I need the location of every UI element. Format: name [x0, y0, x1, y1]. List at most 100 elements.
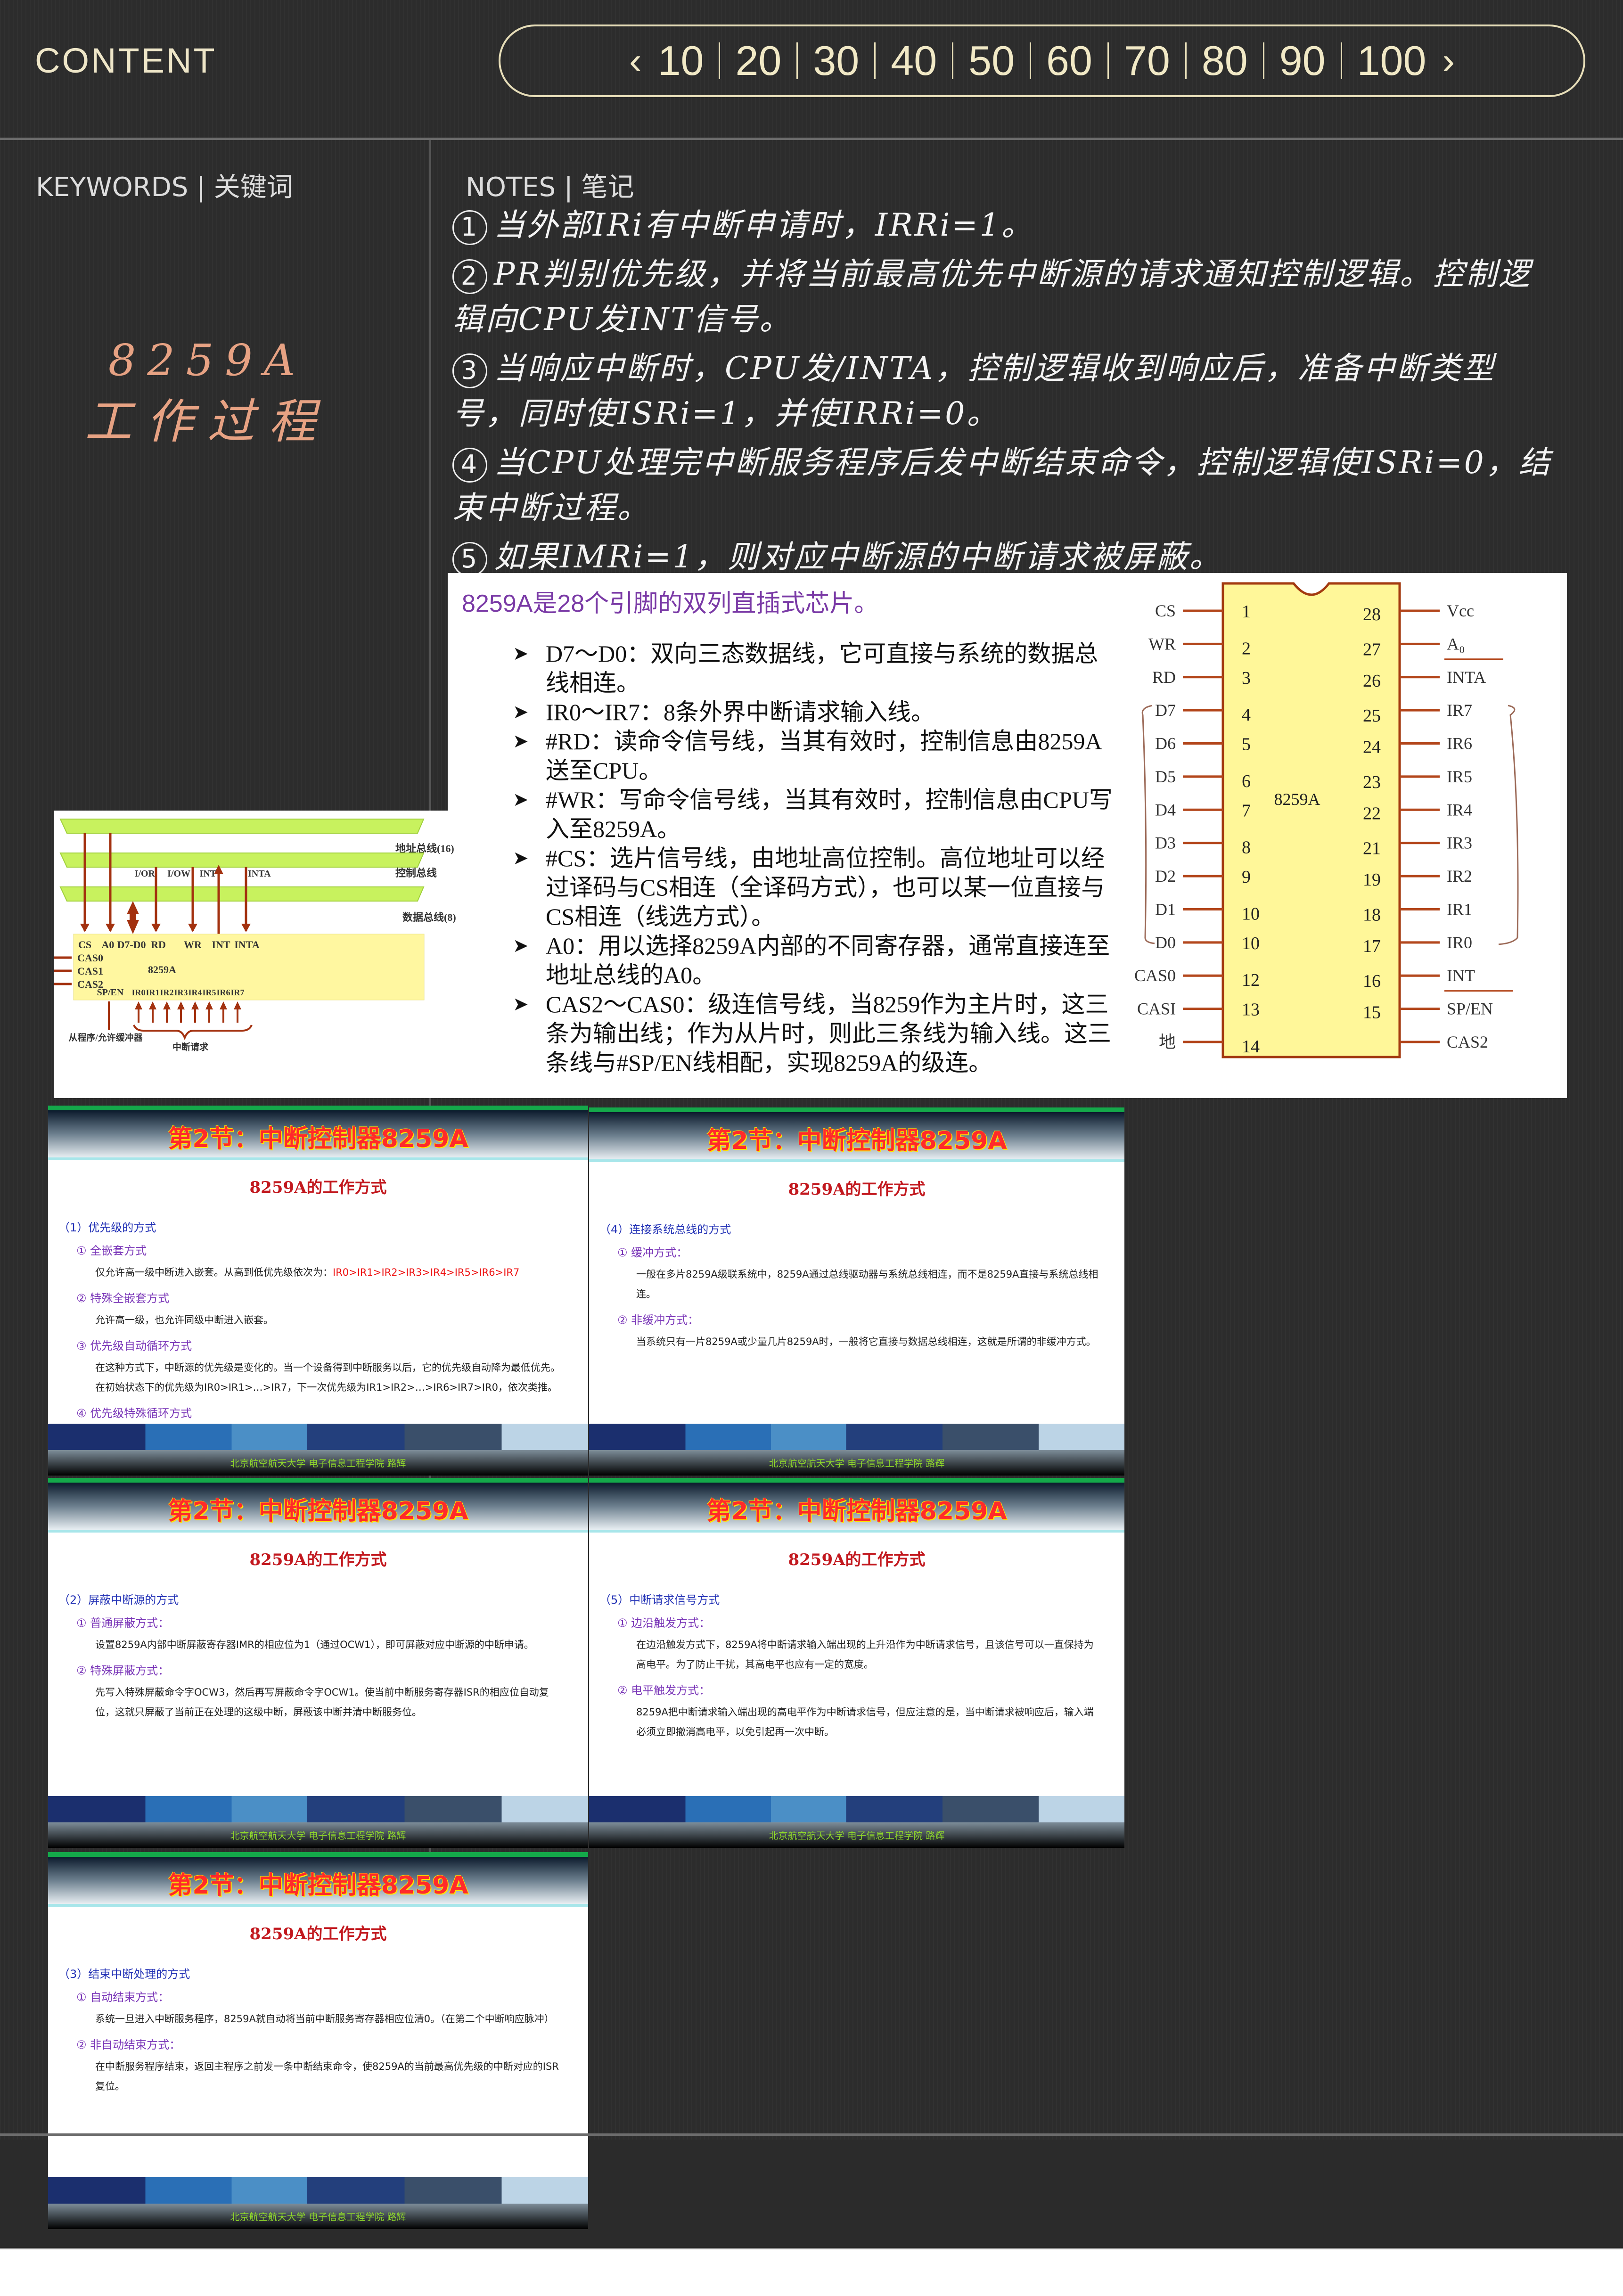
pin-number-right: 16 — [1363, 971, 1381, 991]
slide-item-text: 系统一旦进入中断服务程序，8259A就自动将当前中断服务寄存器相应位清0。（在第… — [95, 2009, 565, 2029]
pin-number-right: 21 — [1363, 839, 1381, 859]
pager-link-80[interactable]: 80 — [1202, 37, 1248, 85]
pager-link-60[interactable]: 60 — [1046, 37, 1092, 85]
note-item: 3 当响应中断时，CPU发/INTA，控制逻辑收到响应后，准备中断类型号，同时使I… — [452, 346, 1555, 436]
down-arrow — [106, 924, 115, 932]
slide-item-text: 在边沿触发方式下，8259A将中断请求输入端出现的上升沿作为中断请求信号，且该信… — [636, 1635, 1101, 1674]
slide-item-heading: ① 全嵌套方式 — [76, 1244, 147, 1257]
notes-list: 1 当外部IRi有中断申请时，IRRi=1。 2 PR判别优先级，并将当前最高优先中… — [452, 203, 1555, 580]
pin-number-right: 28 — [1363, 605, 1381, 624]
pager-link-100[interactable]: 100 — [1357, 37, 1426, 85]
note-text: 当外部IRi有中断申请时，IRRi=1。 — [494, 207, 1034, 243]
pin-number-right: 26 — [1363, 671, 1381, 691]
circled-number: 4 — [452, 448, 487, 483]
keyword-line-1: 8259A — [108, 335, 307, 385]
slide-item-heading: ① 缓冲方式： — [617, 1246, 688, 1259]
pager-link-90[interactable]: 90 — [1279, 37, 1326, 85]
slide-footer: 北京航空航天大学 电子信息工程学院 路辉 — [48, 1796, 588, 1848]
pin-label-left: RD — [1152, 668, 1176, 687]
slide-footer-banner — [48, 2177, 588, 2204]
pager-link-10[interactable]: 10 — [658, 37, 704, 85]
pin-description: #WR：写命令信号线，当其有效时，控制信息由CPU写入至8259A。 — [513, 785, 1121, 844]
handwritten-brace-right — [1498, 705, 1519, 945]
slide-header: 第2节：中断控制器8259A — [589, 1483, 1124, 1533]
slide-item-body: 当系统只有一片8259A或少量几片8259A时，一般将它直接与数据总线相连，这就… — [636, 1336, 1096, 1347]
up-arrow — [205, 1001, 213, 1009]
chip-top-pin-label: CS — [78, 939, 91, 951]
slide-item-body: 允许高一级，也允许同级中断进入嵌套。 — [95, 1314, 273, 1326]
slide-footer-caption: 北京航空航天大学 电子信息工程学院 路辉 — [589, 1822, 1124, 1848]
pin-label-right: IR0 — [1447, 933, 1472, 952]
chip-top-pin-label: A0 — [102, 939, 115, 951]
chevron-left-icon[interactable]: ‹ — [629, 39, 642, 82]
slide-priority-modes: 第2节：中断控制器8259A 8259A的工作方式 （1）优先级的方式 ① 全嵌套方式… — [48, 1106, 588, 1476]
up-arrow — [234, 1001, 241, 1009]
pager-link-40[interactable]: 40 — [891, 37, 937, 85]
chip-top-pin-label: INT — [212, 939, 230, 951]
slide-item-text: 当系统只有一片8259A或少量几片8259A时，一般将它直接与数据总线相连，这就… — [636, 1332, 1101, 1352]
priority-order: IR0>IR1>IR2>IR3>IR4>IR5>IR6>IR7 — [333, 1267, 520, 1278]
bottom-divider — [0, 2133, 1623, 2136]
chip-bottom-pin-label: IR7 — [230, 988, 244, 997]
bus-chip-name: 8259A — [148, 964, 176, 976]
content-label: CONTENT — [35, 41, 217, 80]
pin-label-left: WR — [1148, 634, 1176, 653]
pin-label-right: SP/EN — [1447, 1000, 1493, 1018]
pin-number-right: 18 — [1363, 905, 1381, 925]
slide-section-heading: （3）结束中断处理的方式 — [58, 1968, 190, 1981]
pin-number-left: 12 — [1242, 970, 1260, 990]
up-arrow — [220, 1001, 227, 1009]
bus-connection-diagram: 地址总线(16) 控制总线 数据总线(8) I/OR I/OW INT INTA CS A0 D7… — [54, 811, 500, 1098]
note-item: 2 PR判别优先级，并将当前最高优先中断源的请求通知控制逻辑。控制逻辑向CPU发I… — [452, 252, 1555, 342]
bus-bar — [59, 886, 425, 902]
slide-top-band — [589, 1478, 1124, 1483]
pager-link-70[interactable]: 70 — [1124, 37, 1170, 85]
slide-footer-banner — [589, 1424, 1124, 1450]
chip-top-pin-label: D7-D0 — [117, 939, 146, 951]
slide-footer-banner — [48, 1424, 588, 1450]
pin-number-right: 15 — [1363, 1003, 1381, 1023]
slide-item-body: 设置8259A内部中断屏蔽寄存器IMR的相应位为1（通过OCW1），即可屏蔽对应… — [95, 1639, 534, 1650]
pin-label-left: CAS0 — [1134, 966, 1176, 985]
bus-caption-left: 从程序/允许缓冲器 — [68, 1032, 143, 1043]
slide-item-text: 8259A把中断请求输入端出现的高电平作为中断请求信号，但应注意的是，当中断请求… — [636, 1702, 1101, 1742]
pin-number-right: 25 — [1363, 706, 1381, 726]
pager-link-50[interactable]: 50 — [968, 37, 1015, 85]
chip-bottom-pin-label: IR3 — [174, 988, 188, 997]
bus-caption-right: 中断请求 — [172, 1041, 209, 1052]
slide-header: 第2节：中断控制器8259A — [48, 1110, 588, 1160]
down-arrow — [151, 924, 161, 932]
slide-item-heading: ④ 优先级特殊循环方式 — [76, 1407, 192, 1420]
bus-bar — [59, 819, 425, 834]
pin-number-right: 27 — [1363, 640, 1381, 659]
up-arrow — [163, 1001, 171, 1009]
slide-subtitle: 8259A的工作方式 — [249, 1550, 387, 1569]
circled-number: 1 — [452, 210, 487, 245]
slide-title: 第2节：中断控制器8259A — [168, 1125, 468, 1153]
pager-separator — [1262, 42, 1264, 79]
chip-bottom-pin-label: IR1 — [146, 988, 159, 997]
note-item: 1 当外部IRi有中断申请时，IRRi=1。 — [452, 203, 1555, 248]
slide-end-interrupt-modes: 第2节：中断控制器8259A 8259A的工作方式 （3）结束中断处理的方式 ① 自动… — [48, 1852, 588, 2229]
down-arrow — [241, 924, 251, 932]
note-item: 4 当CPU处理完中断服务程序后发中断结束命令，控制逻辑使ISRi=0，结束中断过… — [452, 440, 1555, 531]
pin-label-left: D3 — [1155, 834, 1176, 853]
pager-link-30[interactable]: 30 — [813, 37, 859, 85]
slide-footer-banner — [589, 1796, 1124, 1822]
pin-number-left: 6 — [1242, 771, 1251, 791]
slide-bus-connection-modes: 第2节：中断控制器8259A 8259A的工作方式 （4）连接系统总线的方式 ① 缓冲… — [589, 1107, 1124, 1476]
chevron-right-icon[interactable]: › — [1442, 39, 1455, 82]
slide-item-text: 设置8259A内部中断屏蔽寄存器IMR的相应位为1（通过OCW1），即可屏蔽对应… — [95, 1635, 565, 1655]
slide-top-band — [48, 1852, 588, 1857]
pin-number-left: 13 — [1242, 1000, 1260, 1020]
pin-label-left: D2 — [1155, 867, 1176, 886]
bus-bar — [59, 853, 425, 868]
slide-header: 第2节：中断控制器8259A — [48, 1857, 588, 1907]
slide-item-heading: ② 特殊全嵌套方式 — [76, 1292, 170, 1305]
pin-description: #CS：选片信号线，由地址高位控制。高位地址可以经过译码与CS相连（全译码方式）… — [513, 844, 1121, 931]
pin-label-right: IR7 — [1447, 701, 1472, 720]
pin-number-left: 9 — [1242, 867, 1251, 887]
pager-link-20[interactable]: 20 — [735, 37, 781, 85]
pin-label-right: CAS2 — [1447, 1033, 1488, 1051]
pin-number-left: 1 — [1242, 602, 1251, 622]
